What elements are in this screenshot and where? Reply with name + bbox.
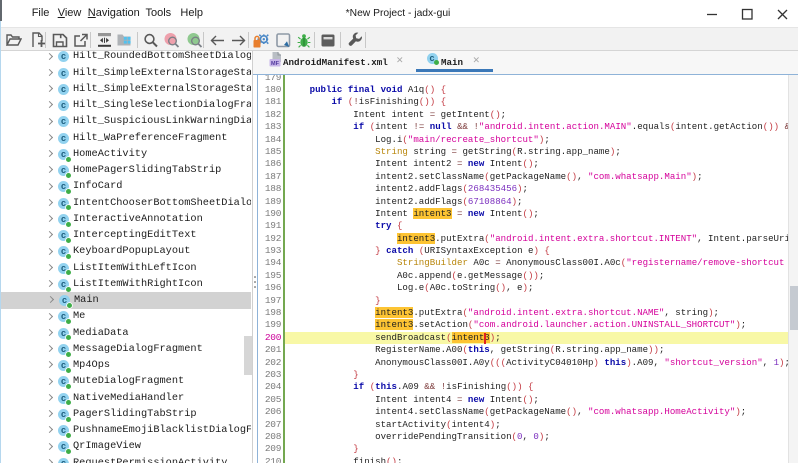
svg-text:MF: MF: [271, 61, 280, 67]
